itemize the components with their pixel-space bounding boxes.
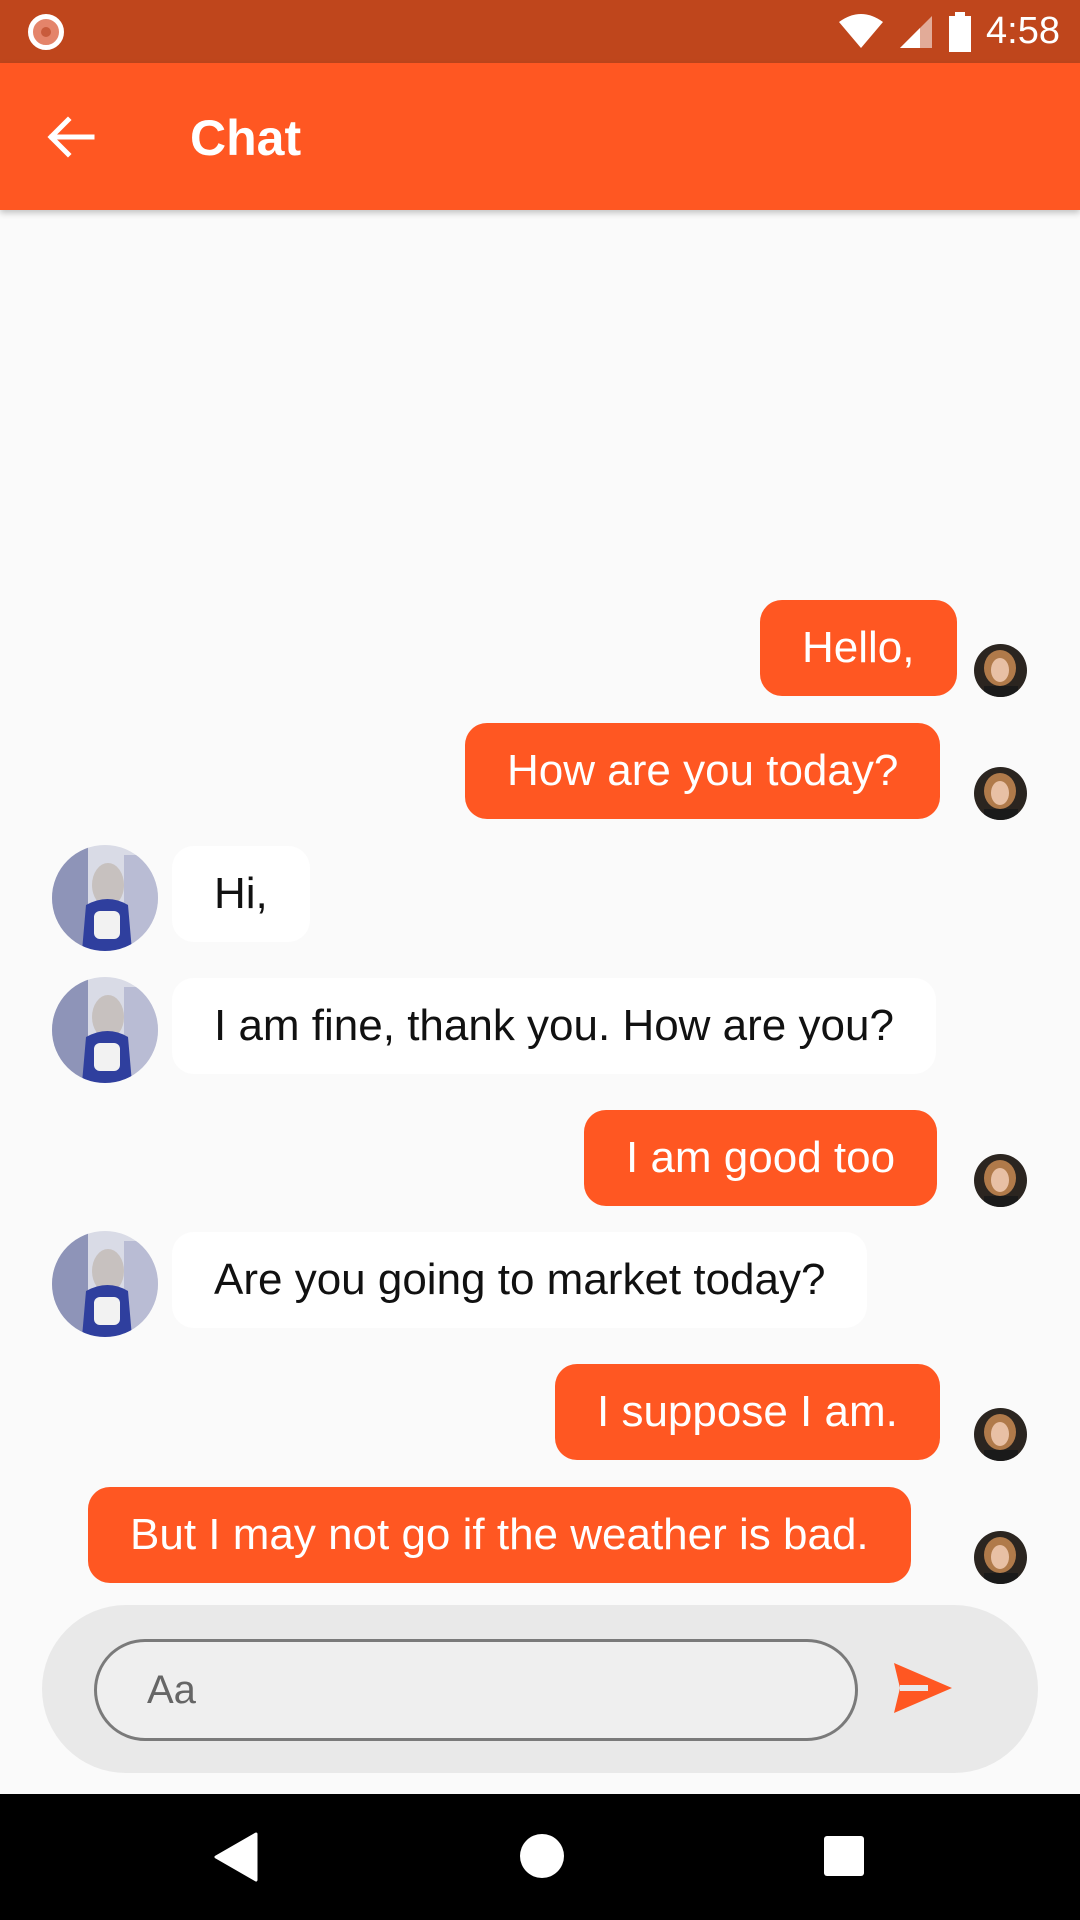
nav-recents-icon[interactable] (824, 1836, 864, 1876)
send-icon[interactable] (892, 1661, 954, 1715)
status-bar: 4:58 (0, 0, 1080, 63)
avatar-photo-icon (974, 1408, 1027, 1461)
my-avatar (974, 644, 1027, 697)
avatar-photo-icon (974, 1154, 1027, 1207)
status-icons: 4:58 (838, 0, 1060, 63)
avatar-photo-icon (52, 845, 158, 951)
avatar-photo-icon (974, 1531, 1027, 1584)
message-text: How are you today? (507, 746, 899, 795)
message-list: Hello, How are you today? Hi, I am fine,… (0, 210, 1080, 1605)
avatar-photo-icon (52, 977, 158, 1083)
message-bubble-outgoing[interactable]: I suppose I am. (555, 1364, 940, 1460)
page-title: Chat (190, 110, 302, 166)
clock: 4:58 (986, 10, 1060, 52)
avatar-photo-icon (974, 644, 1027, 697)
contact-avatar (52, 845, 158, 951)
my-avatar (974, 1154, 1027, 1207)
message-bubble-incoming[interactable]: Hi, (172, 846, 310, 942)
message-bubble-outgoing[interactable]: Hello, (760, 600, 957, 696)
message-text: Hello, (802, 623, 915, 672)
message-text: Are you going to market today? (214, 1255, 826, 1304)
my-avatar (974, 1531, 1027, 1584)
message-bubble-incoming[interactable]: I am fine, thank you. How are you? (172, 978, 936, 1074)
message-text: I am fine, thank you. How are you? (214, 1001, 894, 1050)
message-text: I am good too (626, 1133, 896, 1182)
avatar-photo-icon (974, 767, 1027, 820)
message-text: But I may not go if the weather is bad. (130, 1510, 869, 1559)
my-avatar (974, 767, 1027, 820)
nav-back-icon[interactable] (212, 1832, 258, 1882)
signal-icon (900, 15, 933, 48)
message-text: Hi, (214, 869, 268, 918)
contact-avatar (52, 977, 158, 1083)
notification-dot-icon (28, 14, 64, 50)
wifi-icon (839, 13, 884, 48)
contact-avatar (52, 1231, 158, 1337)
battery-icon (949, 11, 972, 52)
avatar-photo-icon (52, 1231, 158, 1337)
message-composer (42, 1605, 1038, 1773)
message-input[interactable] (94, 1639, 858, 1741)
message-text: I suppose I am. (597, 1387, 898, 1436)
message-bubble-outgoing[interactable]: But I may not go if the weather is bad. (88, 1487, 911, 1583)
message-bubble-outgoing[interactable]: How are you today? (465, 723, 941, 819)
message-bubble-outgoing[interactable]: I am good too (584, 1110, 938, 1206)
system-nav-bar (0, 1794, 1080, 1920)
arrow-left-icon[interactable] (42, 109, 98, 165)
app-bar: Chat (0, 63, 1080, 210)
my-avatar (974, 1408, 1027, 1461)
message-bubble-incoming[interactable]: Are you going to market today? (172, 1232, 868, 1328)
nav-home-icon[interactable] (520, 1834, 564, 1878)
